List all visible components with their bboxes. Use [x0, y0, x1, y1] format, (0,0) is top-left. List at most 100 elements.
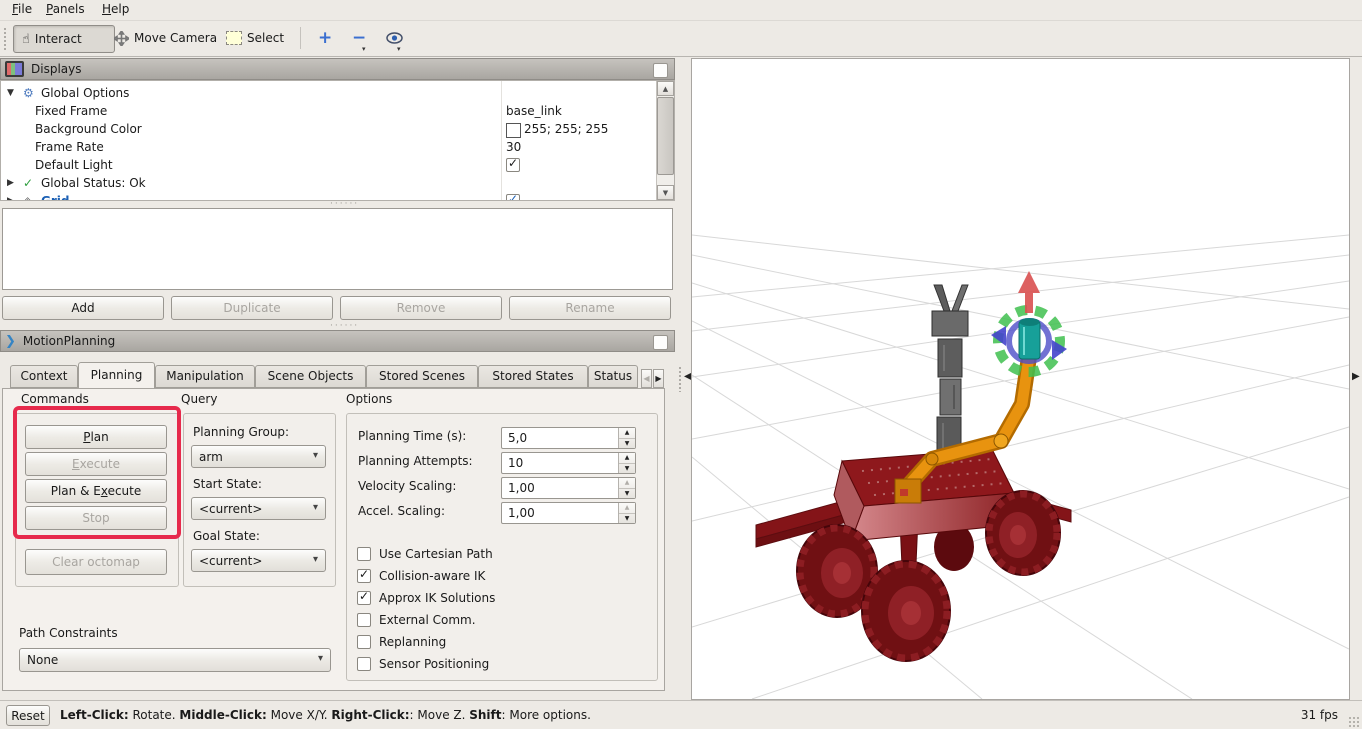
sensor-positioning-label: Sensor Positioning [379, 657, 489, 671]
tab-scene-objects[interactable]: Scene Objects [255, 365, 366, 388]
select-tool-button[interactable]: Select [218, 25, 292, 51]
spin-up-icon[interactable]: ▲ [619, 503, 635, 513]
chevron-down-icon: ▾ [313, 554, 318, 565]
accel-scaling-spinbox[interactable]: 1,00 ▲▼ [501, 502, 636, 524]
view-dropdown-caret[interactable]: ▾ [397, 45, 401, 53]
selection-box-icon [226, 31, 242, 45]
approx-ik-solutions-checkbox[interactable]: ✓ [357, 591, 371, 605]
tab-scroll-left-button[interactable]: ◀ [641, 369, 652, 388]
red-highlight-annotation [13, 406, 181, 539]
tree-row-frame-rate[interactable]: Frame Rate 30 [1, 139, 655, 157]
view-button[interactable] [378, 25, 411, 51]
planning-group-label: Planning Group: [193, 425, 289, 439]
goal-state-dropdown[interactable]: <current>▾ [191, 549, 326, 572]
frame-rate-value[interactable]: 30 [506, 140, 521, 154]
displays-panel-header[interactable]: Displays [0, 58, 675, 80]
menu-help[interactable]: Help [98, 2, 133, 18]
planning-time-spinbox[interactable]: 5,0 ▲▼ [501, 427, 636, 449]
start-state-dropdown[interactable]: <current>▾ [191, 497, 326, 520]
default-light-checkbox[interactable]: ✓ [506, 158, 520, 172]
velocity-scaling-spinbox[interactable]: 1,00 ▲▼ [501, 477, 636, 499]
zoom-in-button[interactable]: + [310, 25, 340, 51]
splitter-handle[interactable]: ······ [330, 323, 359, 329]
tree-row-global-status[interactable]: ▶ ✓ Global Status: Ok [1, 175, 655, 193]
motion-planning-panel-header[interactable]: ❯ MotionPlanning [0, 330, 675, 352]
tree-row-grid[interactable]: ▶ ◈ Grid ✓ [1, 193, 655, 201]
collision-aware-ik-checkbox[interactable]: ✓ [357, 569, 371, 583]
tree-row-global-options[interactable]: ▼ ⚙ Global Options [1, 85, 655, 103]
scrollbar-thumb[interactable] [657, 97, 674, 175]
approx-ik-solutions-label: Approx IK Solutions [379, 591, 495, 605]
menu-panels[interactable]: Panels [42, 2, 89, 18]
motion-planning-panel-checkbox[interactable] [653, 335, 668, 350]
eye-icon [386, 32, 403, 44]
reset-button[interactable]: Reset [6, 705, 50, 726]
planning-attempts-spinbox[interactable]: 10 ▲▼ [501, 452, 636, 474]
move-camera-tool-button[interactable]: Move Camera [106, 25, 225, 51]
clear-octomap-button[interactable]: Clear octomap [25, 549, 167, 575]
tab-stored-states[interactable]: Stored States [478, 365, 588, 388]
color-swatch[interactable] [506, 123, 521, 138]
displays-panel-checkbox[interactable] [653, 63, 668, 78]
chevron-down-icon: ▾ [318, 653, 323, 664]
spin-up-icon[interactable]: ▲ [619, 453, 635, 463]
menu-file[interactable]: File [8, 2, 36, 18]
tab-manipulation[interactable]: Manipulation [155, 365, 255, 388]
planning-group-dropdown[interactable]: arm▾ [191, 445, 326, 468]
statusbar: Reset Left-Click: Rotate. Middle-Click: … [0, 700, 1362, 729]
add-button[interactable]: Add [2, 296, 164, 320]
spin-down-icon[interactable]: ▼ [619, 488, 635, 499]
background-color-value[interactable]: 255; 255; 255 [524, 122, 608, 136]
tab-planning[interactable]: Planning [78, 362, 155, 389]
expand-arrow-icon[interactable]: ▶ [7, 178, 14, 188]
splitter-handle[interactable]: ······ [330, 201, 359, 207]
rename-button[interactable]: Rename [509, 296, 671, 320]
spin-up-icon[interactable]: ▲ [619, 478, 635, 488]
expand-arrow-icon[interactable]: ▶ [7, 196, 14, 201]
fixed-frame-value[interactable]: base_link [506, 104, 562, 118]
toolbar-drag-handle[interactable] [3, 27, 8, 51]
replanning-label: Replanning [379, 635, 446, 649]
grid-checkbox[interactable]: ✓ [506, 194, 520, 201]
duplicate-button[interactable]: Duplicate [171, 296, 333, 320]
tab-status[interactable]: Status [588, 365, 638, 388]
planning-attempts-label: Planning Attempts: [358, 454, 473, 468]
replanning-checkbox[interactable]: ✓ [357, 635, 371, 649]
tree-row-background-color[interactable]: Background Color 255; 255; 255 [1, 121, 655, 139]
commands-section-label: Commands [21, 392, 89, 406]
scroll-down-button[interactable]: ▼ [657, 185, 674, 200]
minus-icon: − [352, 30, 366, 47]
spin-down-icon[interactable]: ▼ [619, 463, 635, 474]
accel-scaling-label: Accel. Scaling: [358, 504, 445, 518]
vertical-splitter-handle[interactable] [678, 366, 683, 392]
collapse-arrow-icon[interactable]: ▼ [7, 88, 14, 98]
spin-up-icon[interactable]: ▲ [619, 428, 635, 438]
scroll-up-button[interactable]: ▲ [657, 81, 674, 96]
remove-button[interactable]: Remove [340, 296, 502, 320]
tab-context[interactable]: Context [10, 365, 78, 388]
spin-down-icon[interactable]: ▼ [619, 513, 635, 524]
window-resize-grip[interactable] [1348, 716, 1360, 728]
tab-scroll-right-button[interactable]: ▶ [653, 369, 664, 388]
path-constraints-dropdown[interactable]: None▾ [19, 648, 331, 672]
motion-planning-icon: ❯ [5, 334, 16, 349]
options-section-label: Options [346, 392, 392, 406]
tree-row-fixed-frame[interactable]: Fixed Frame base_link [1, 103, 655, 121]
plus-icon: + [318, 30, 332, 47]
interact-tool-button[interactable]: ☝ Interact [13, 25, 115, 53]
tab-stored-scenes[interactable]: Stored Scenes [366, 365, 478, 388]
fps-counter: 31 fps [1301, 708, 1338, 722]
external-comm-checkbox[interactable]: ✓ [357, 613, 371, 627]
tree-row-default-light[interactable]: Default Light ✓ [1, 157, 655, 175]
zoom-out-dropdown-caret[interactable]: ▾ [362, 45, 366, 53]
sensor-positioning-checkbox[interactable]: ✓ [357, 657, 371, 671]
3d-scene [692, 59, 1349, 699]
collapse-right-arrow[interactable]: ▶ [1352, 371, 1360, 382]
displays-panel-title: Displays [31, 62, 81, 76]
zoom-out-button[interactable]: − [344, 25, 374, 51]
motion-planning-panel-title: MotionPlanning [23, 334, 115, 348]
use-cartesian-path-checkbox[interactable]: ✓ [357, 547, 371, 561]
robot-wheel-front-center [862, 561, 950, 661]
spin-down-icon[interactable]: ▼ [619, 438, 635, 449]
3d-viewport[interactable] [691, 58, 1350, 700]
